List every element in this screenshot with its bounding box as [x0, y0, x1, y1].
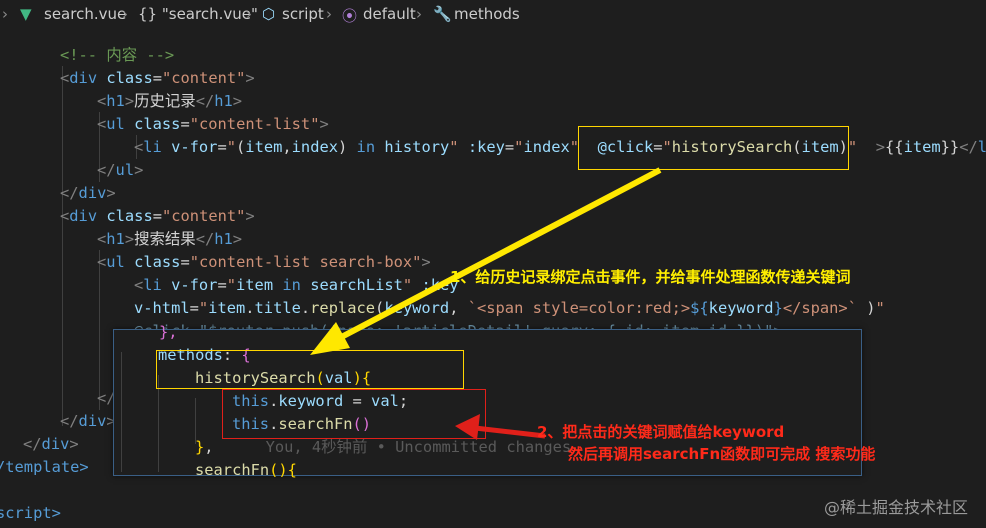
red-arrow-head — [455, 414, 480, 440]
annotation-step-2b: 然后再调用searchFn函数即可完成 搜索功能 — [568, 445, 876, 463]
yellow-arrow-head — [310, 322, 350, 355]
annotation-step-1: 1、给历史记录绑定点击事件，并给事件处理函数传递关键词 — [450, 268, 851, 286]
watermark: @稀土掘金技术社区 — [823, 498, 968, 517]
yellow-arrow — [328, 167, 662, 346]
red-arrow — [474, 425, 546, 439]
annotation-step-2: 2、把点击的关键词赋值给keyword — [537, 423, 785, 441]
